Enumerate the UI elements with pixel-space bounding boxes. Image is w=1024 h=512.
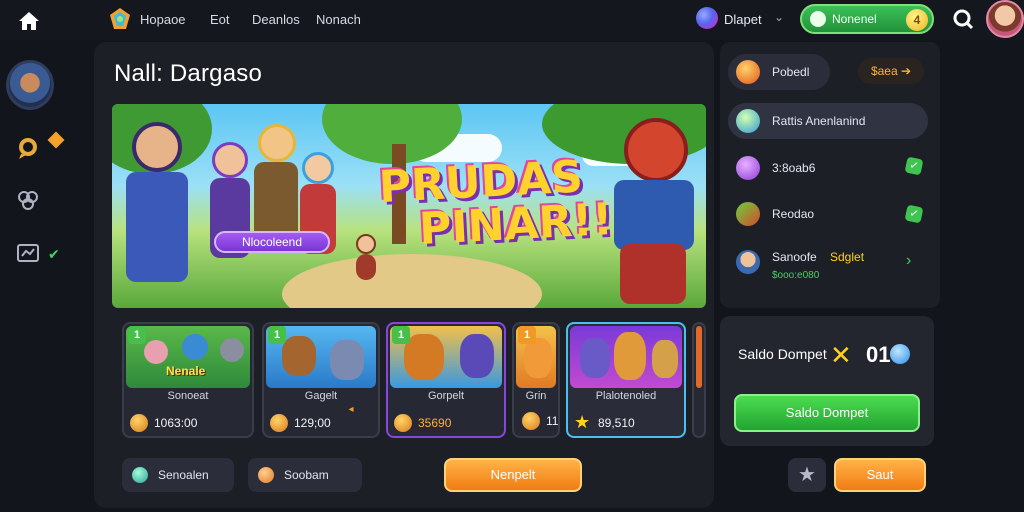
card-art (570, 326, 682, 388)
nav-item-1[interactable]: Eot (210, 12, 230, 27)
hero-character-small (354, 234, 378, 284)
fox-hero-character (606, 114, 702, 308)
hero-character-4 (298, 152, 338, 272)
saldo-dompet-button[interactable]: Saldo Dompet (734, 394, 920, 432)
saut-button[interactable]: Saut (834, 458, 926, 492)
card-badge: 1 (518, 326, 536, 344)
coin-icon (522, 412, 540, 430)
hero-character-1 (122, 122, 192, 302)
card-price: 129;00 (294, 416, 331, 430)
card-badge: 1 (128, 326, 146, 344)
balance-value: 01 (866, 342, 891, 367)
card-price: 1063:00 (154, 416, 198, 430)
senoalen-label: Senoalen (158, 468, 209, 482)
right-row-label: Rattis Anenlanind (772, 114, 866, 128)
right-row-highlight: Sdglet (830, 250, 865, 264)
orb-icon (258, 467, 274, 483)
sword-icon (736, 202, 760, 226)
card-price: 89,510 (598, 416, 635, 430)
hero-banner[interactable]: PRUDAS PINAR!! Nlocoleend (112, 104, 706, 308)
game-card-2[interactable]: 1 Gagelt ◂ 129;00 (262, 322, 380, 438)
right-row-3[interactable]: 3:8oab6 (728, 154, 928, 182)
network-icon[interactable] (16, 188, 40, 212)
chevron-right-icon[interactable]: › (906, 252, 911, 270)
right-row-label: Sanoofe (772, 250, 817, 264)
card-badge: 1 (268, 326, 286, 344)
card-name: Gagelt (304, 390, 338, 402)
search-pill[interactable]: Nonenel 4 (800, 4, 934, 34)
search-icon (810, 11, 826, 27)
soobam-label: Soobam (284, 468, 329, 482)
check-icon: ✓ (904, 204, 924, 224)
price-chip[interactable]: $aea ➔ (858, 58, 924, 84)
coin-icon (130, 414, 148, 432)
leaf-icon (132, 467, 148, 483)
chat-icon[interactable] (16, 136, 40, 160)
home-icon[interactable] (18, 10, 40, 32)
senoalen-button[interactable]: Senoalen (122, 458, 234, 492)
game-card-1[interactable]: Nenale 1 Sonoeat 1063:00 (122, 322, 254, 438)
rail-avatar[interactable] (6, 60, 54, 110)
card-badge: 1 (392, 326, 410, 344)
card-name: Sonoeat (167, 390, 209, 402)
search-magnifier-icon[interactable] (952, 8, 974, 30)
game-card-4[interactable]: 1 Grin 11 (512, 322, 560, 438)
coin-icon (270, 414, 288, 432)
game-card-5-selected[interactable]: Plalotenoled ★ 89,510 (566, 322, 686, 438)
chevron-down-icon[interactable]: ⌄ (774, 10, 784, 24)
star-icon: ★ (574, 412, 591, 432)
brand-logo-icon (110, 8, 130, 29)
nav-item-2[interactable]: Deanlos (252, 12, 300, 27)
card-name: Plalotenoled (595, 390, 657, 402)
page-title: Nall: Dargaso (114, 60, 262, 87)
screen-icon[interactable] (16, 242, 40, 266)
character-avatar-icon (736, 250, 760, 274)
hero-pill-button[interactable]: Nlocoleend (214, 231, 330, 253)
card-art-label: Nenale (166, 364, 206, 378)
right-row-4[interactable]: Reodao (728, 200, 928, 228)
right-row-pobedl[interactable]: Pobedl (728, 54, 830, 90)
nav-item-3[interactable]: Nonach (316, 12, 361, 27)
balance-label: Saldo Dompet (738, 346, 827, 362)
right-row-label: Pobedl (772, 65, 810, 79)
arrow-icon: ◂ (348, 404, 354, 415)
card-name: Grin (525, 390, 547, 402)
card-name: Gorpelt (427, 390, 465, 402)
coin-icon (394, 414, 412, 432)
card-price: 11 (546, 414, 559, 428)
right-row-sub: $ooo:e080 (772, 270, 820, 281)
gem-icon (47, 131, 65, 149)
right-row-5[interactable]: Sanoofe Sdglet $ooo:e080 (728, 244, 928, 288)
search-badge: 4 (906, 9, 928, 31)
brand-name[interactable]: Hopaoe (140, 12, 186, 27)
card-art (696, 326, 702, 388)
currency-orb-icon (890, 344, 910, 364)
right-row-rattis[interactable]: Rattis Anenlanind (728, 103, 928, 139)
card-price: 35690 (418, 416, 452, 430)
right-row-label: 3:8oab6 (772, 161, 816, 175)
search-label: Nonenel (832, 12, 877, 26)
favorite-star-button[interactable]: ★ (788, 458, 826, 492)
close-x-icon[interactable]: ✕ (830, 340, 852, 371)
wallet-label[interactable]: Dlapet (724, 12, 762, 27)
hero-title-line2: PINAR!! (417, 193, 614, 256)
hero-title: PRUDAS PINAR!! (378, 151, 614, 256)
check-icon: ✔ (48, 246, 60, 262)
fire-orb-icon (736, 60, 760, 84)
globe-icon (736, 109, 760, 133)
nenpelt-button[interactable]: Nenpelt (444, 458, 582, 492)
game-card-3[interactable]: 1 Gorpelt 35690 (386, 322, 506, 438)
check-icon: ✓ (904, 156, 924, 176)
game-card-6-partial[interactable] (692, 322, 706, 438)
right-row-label: Reodao (772, 207, 815, 221)
user-avatar[interactable] (986, 0, 1024, 38)
purple-orb-icon (736, 156, 760, 180)
wallet-orb-icon[interactable] (696, 7, 718, 29)
soobam-button[interactable]: Soobam (248, 458, 362, 492)
